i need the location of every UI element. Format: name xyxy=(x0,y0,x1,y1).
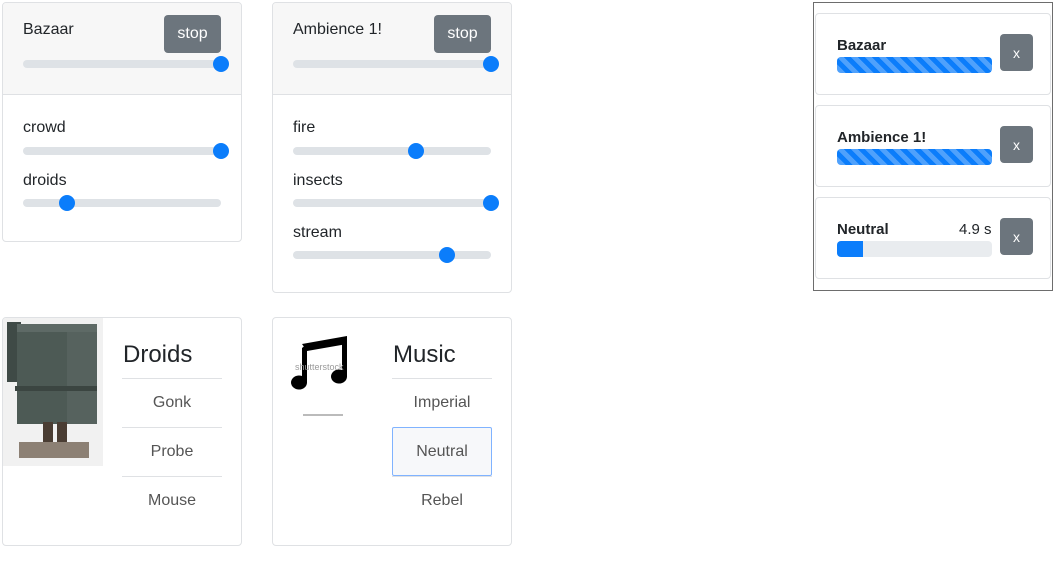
track-slider-stream[interactable] xyxy=(293,247,491,263)
scene-header: Bazaar stop xyxy=(3,3,241,95)
remove-button[interactable]: x xyxy=(1000,126,1033,163)
library-item-label: Neutral xyxy=(416,442,468,460)
slider-thumb[interactable] xyxy=(407,143,424,159)
scene-card-ambience: Ambience 1! stop fire insects stream xyxy=(272,2,512,293)
track-label-fire: fire xyxy=(293,119,316,136)
playing-name: Ambience 1! xyxy=(837,129,927,146)
library-item-label: Gonk xyxy=(152,394,192,411)
scene-header: Ambience 1! stop xyxy=(273,3,511,95)
gonk-droid-illustration xyxy=(7,322,97,458)
track-slider-fire[interactable] xyxy=(293,143,491,159)
scene-title: Bazaar xyxy=(23,21,74,38)
playing-name: Neutral xyxy=(837,221,889,238)
library-item-mouse[interactable]: Mouse xyxy=(122,476,222,525)
playing-item-neutral: Neutral 4.9 s x xyxy=(815,197,1051,279)
track-slider-insects[interactable] xyxy=(293,195,499,211)
library-title: Music xyxy=(393,341,456,368)
slider-thumb[interactable] xyxy=(483,56,499,72)
slider-thumb[interactable] xyxy=(483,195,499,211)
library-item-probe[interactable]: Probe xyxy=(122,427,222,476)
progress-fill xyxy=(837,57,992,73)
track-label-droids: droids xyxy=(23,172,67,189)
master-volume-slider[interactable] xyxy=(23,56,229,72)
library-title: Droids xyxy=(123,341,193,368)
slider-thumb[interactable] xyxy=(439,247,456,263)
library-item-rebel[interactable]: Rebel xyxy=(392,476,492,525)
library-item-gonk[interactable]: Gonk xyxy=(122,378,222,427)
track-slider-crowd[interactable] xyxy=(23,143,229,159)
library-item-label: Probe xyxy=(150,443,194,460)
music-note-icon xyxy=(291,336,348,416)
library-item-imperial[interactable]: Imperial xyxy=(392,378,492,427)
playing-name: Bazaar xyxy=(837,37,887,54)
progress-fill xyxy=(837,149,992,165)
stop-button[interactable]: stop xyxy=(164,15,221,53)
library-item-label: Rebel xyxy=(421,492,463,509)
library-card-droids: Droids Gonk Probe Mouse xyxy=(2,317,242,546)
remove-button[interactable]: x xyxy=(1000,34,1033,71)
slider-thumb[interactable] xyxy=(213,56,229,72)
scene-card-bazaar: Bazaar stop crowd droids xyxy=(2,2,242,242)
watermark: shutterstock xyxy=(295,362,344,372)
master-volume-slider[interactable] xyxy=(293,56,499,72)
library-item-label: Imperial xyxy=(413,394,471,411)
library-item-label: Mouse xyxy=(147,492,197,509)
remove-button[interactable]: x xyxy=(1000,218,1033,255)
library-item-neutral[interactable]: Neutral xyxy=(392,427,492,476)
track-label-crowd: crowd xyxy=(23,119,66,136)
progress-fill xyxy=(837,241,864,257)
playing-time: 4.9 s xyxy=(959,221,992,238)
progress-bar xyxy=(837,149,992,165)
now-playing-panel: Bazaar x Ambience 1! x Neutral 4.9 s x xyxy=(813,2,1053,291)
slider-thumb[interactable] xyxy=(213,143,229,159)
progress-bar xyxy=(837,241,992,257)
track-label-insects: insects xyxy=(293,172,343,189)
music-image: shutterstock xyxy=(273,318,373,466)
track-label-stream: stream xyxy=(293,224,342,241)
gonk-droid-image xyxy=(3,318,103,466)
track-slider-droids[interactable] xyxy=(23,195,221,211)
stop-button[interactable]: stop xyxy=(434,15,491,53)
scene-title: Ambience 1! xyxy=(293,21,382,38)
progress-bar xyxy=(837,57,992,73)
slider-thumb[interactable] xyxy=(58,195,75,211)
library-card-music: shutterstock Music Imperial Neutral Rebe… xyxy=(272,317,512,546)
playing-item-ambience: Ambience 1! x xyxy=(815,105,1051,187)
playing-item-bazaar: Bazaar x xyxy=(815,13,1051,95)
